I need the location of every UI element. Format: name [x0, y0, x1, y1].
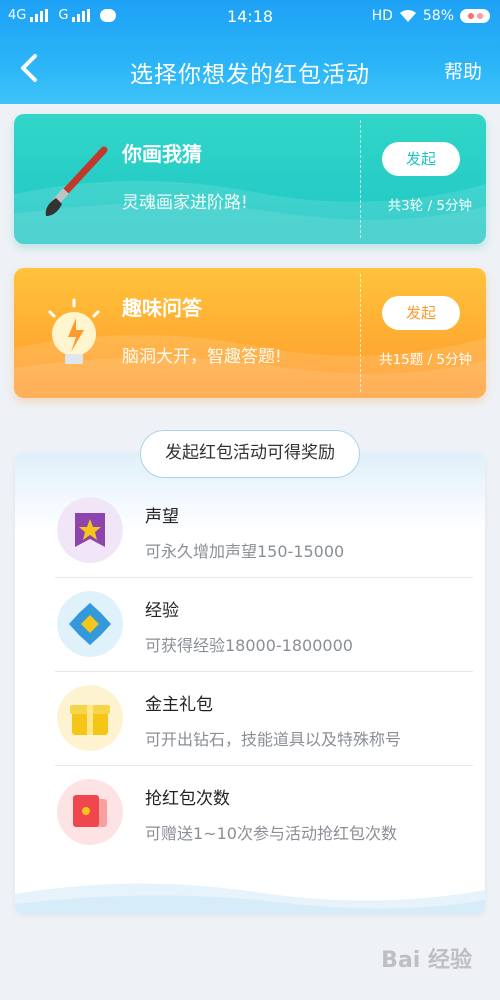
experience-gem-icon [57, 591, 123, 657]
launch-button[interactable]: 发起 [382, 142, 460, 176]
reward-item-experience: 经验 可获得经验18000-1800000 [55, 578, 473, 672]
hd-label: HD [371, 8, 393, 24]
status-bar: 4G G 14:18 HD 58% [0, 0, 500, 34]
reward-item-red-envelope: 抢红包次数 可赠送1~10次参与活动抢红包次数 [55, 766, 473, 860]
lightbulb-icon [48, 298, 100, 364]
reputation-banner-icon [57, 497, 123, 563]
baidu-watermark: Bai 经验 [381, 948, 472, 973]
paintbrush-icon [45, 146, 108, 216]
status-right: HD 58% [372, 8, 490, 24]
activity-description: 灵魂画家进阶路! [122, 193, 248, 213]
reward-item-gift: 金主礼包 可开出钻石，技能道具以及特殊称号 [55, 672, 473, 766]
wifi-icon [399, 9, 417, 23]
footer-wave-decoration [15, 883, 485, 914]
activity-meta: 共3轮 / 5分钟 [387, 198, 472, 214]
reward-description: 可获得经验18000-1800000 [145, 636, 353, 655]
activity-meta: 共15题 / 5分钟 [379, 352, 472, 368]
battery-label: 58% [422, 8, 454, 24]
launch-button[interactable]: 发起 [382, 296, 460, 330]
reward-description: 可永久增加声望150-15000 [145, 542, 345, 561]
activity-card-quiz[interactable]: 趣味问答 脑洞大开，智趣答题! 发起 共15题 / 5分钟 [14, 268, 486, 398]
activity-description: 脑洞大开，智趣答题! [122, 347, 282, 367]
reward-title: 经验 [145, 601, 179, 621]
page-title: 选择你想发的红包活动 [130, 62, 370, 88]
activity-title: 你画我猜 [122, 142, 202, 166]
help-button[interactable]: 帮助 [444, 57, 482, 84]
activity-card-draw-guess[interactable]: 你画我猜 灵魂画家进阶路! 发起 共3轮 / 5分钟 [14, 114, 486, 244]
reward-description: 可赠送1~10次参与活动抢红包次数 [145, 824, 397, 843]
activity-title: 趣味问答 [122, 296, 202, 320]
dashed-divider [360, 120, 361, 238]
reward-title: 金主礼包 [145, 695, 213, 715]
reward-title: 抢红包次数 [145, 789, 230, 809]
reward-description: 可开出钻石，技能道具以及特殊称号 [145, 730, 402, 749]
navigation-bar: 选择你想发的红包活动 帮助 [0, 38, 500, 98]
reward-item-reputation: 声望 可永久增加声望150-15000 [55, 484, 473, 578]
dashed-divider [360, 274, 361, 392]
rewards-header-pill: 发起红包活动可得奖励 [140, 430, 360, 478]
gift-box-icon [57, 685, 123, 751]
rewards-panel: 声望 可永久增加声望150-15000 经验 可获得经验18000-180000… [15, 452, 485, 914]
battery-icon [460, 9, 490, 23]
reward-title: 声望 [145, 507, 179, 527]
red-envelope-icon [57, 779, 123, 845]
